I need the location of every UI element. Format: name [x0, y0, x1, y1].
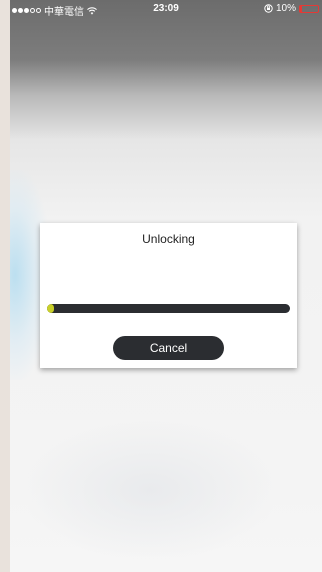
unlocking-dialog: Unlocking Cancel: [40, 223, 297, 368]
orientation-lock-icon: [264, 4, 273, 13]
background-blur-bottom: [20, 420, 280, 560]
battery-percent: 10%: [275, 3, 296, 14]
status-bar-right: 10%: [264, 3, 319, 14]
battery-level: [300, 5, 302, 12]
cancel-button[interactable]: Cancel: [113, 336, 224, 360]
progress-bar: [47, 304, 290, 313]
progress-fill: [47, 304, 55, 313]
battery-icon: [299, 4, 319, 13]
screen: 中華電信 23:09 10% Unlocking Cancel: [10, 0, 322, 572]
dialog-title: Unlocking: [142, 232, 195, 246]
status-bar: 中華電信 23:09 10%: [10, 0, 322, 20]
